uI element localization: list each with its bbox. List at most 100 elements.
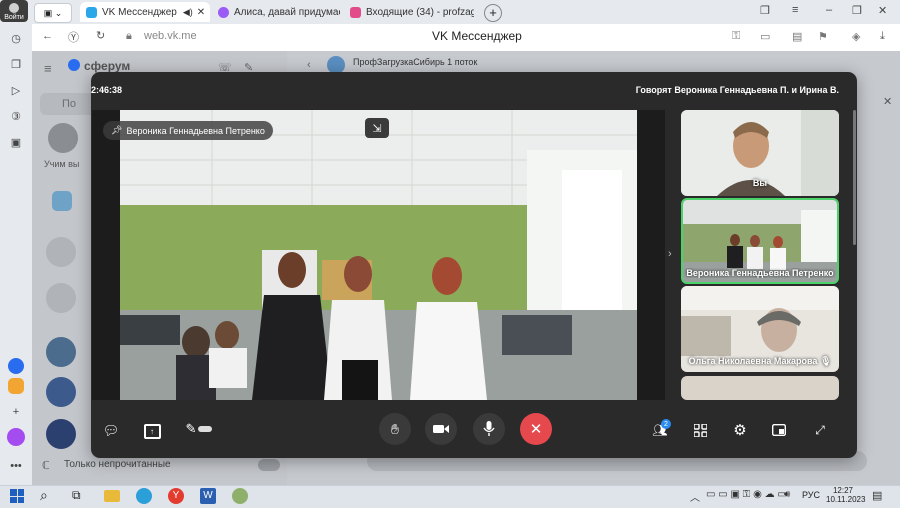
- share-screen-icon: ↑: [143, 423, 161, 439]
- tray-app-icons[interactable]: ▭ ▭ ▣ ⚿ ◉ ☁ ▭: [706, 489, 787, 500]
- tab-vk-messenger[interactable]: VK Мессенджер ◀) ✕: [80, 2, 210, 22]
- pen-icon: ✎: [185, 421, 197, 436]
- tab-menu-button[interactable]: ▣ ⌄: [34, 3, 72, 23]
- add-icon[interactable]: +: [6, 402, 26, 422]
- language-indicator[interactable]: РУС: [802, 490, 820, 500]
- download-icon[interactable]: ⤓: [880, 30, 885, 43]
- more-icon[interactable]: •••: [6, 456, 26, 476]
- tab-alice[interactable]: Алиса, давай придумаем: [212, 2, 340, 22]
- search-icon[interactable]: ⌕: [40, 487, 48, 504]
- back-icon[interactable]: ‹: [307, 59, 311, 71]
- grid-icon: [693, 423, 707, 437]
- grid-view-button[interactable]: [690, 420, 710, 440]
- gear-icon: ⚙︎: [733, 422, 747, 439]
- app-icon-orange[interactable]: [8, 378, 24, 394]
- copy-icon[interactable]: ❐: [6, 54, 26, 74]
- alice-icon[interactable]: [7, 428, 25, 446]
- windows-start-icon[interactable]: [10, 489, 24, 503]
- participant-tile[interactable]: Ольга Николаевна Макарова 🎙︎: [681, 286, 839, 372]
- reader-icon[interactable]: ▤: [792, 30, 802, 43]
- extension-icon[interactable]: ◈: [852, 30, 860, 43]
- bookmark-icon[interactable]: ⚑: [818, 30, 828, 43]
- participant-tile[interactable]: Вы: [681, 110, 839, 196]
- alice-favicon-icon: [218, 6, 229, 18]
- back-icon[interactable]: ←: [42, 30, 53, 42]
- yandex-browser-icon[interactable]: Y: [168, 488, 184, 504]
- share-screen-button[interactable]: ↑: [141, 420, 163, 442]
- close-icon[interactable]: ✕: [883, 95, 892, 108]
- camera-button[interactable]: [425, 413, 457, 445]
- url-field[interactable]: web.vk.me: [144, 30, 197, 42]
- file-explorer-icon[interactable]: [104, 490, 120, 502]
- key-icon[interactable]: ⚿: [732, 30, 740, 43]
- pin-icon: 📌︎: [111, 125, 123, 135]
- microphone-button[interactable]: [473, 413, 505, 445]
- tab-label: Алиса, давай придумаем: [234, 6, 340, 18]
- task-view-icon[interactable]: ⧉: [72, 488, 81, 503]
- chat-avatar[interactable]: [52, 191, 72, 211]
- paint-icon[interactable]: [232, 488, 248, 504]
- pinned-participant-badge[interactable]: 📌︎ Вероника Геннадьевна Петренко: [103, 121, 273, 140]
- volume-icon[interactable]: 🔊︎: [784, 489, 790, 500]
- pip-button[interactable]: [769, 420, 789, 440]
- notifications-icon[interactable]: ▤: [872, 489, 882, 502]
- main-video[interactable]: [92, 110, 665, 400]
- tab-label: VK Мессенджер: [102, 6, 177, 18]
- tab-inbox[interactable]: Входящие (34) - profzagru: [344, 2, 474, 22]
- chat-avatar[interactable]: [46, 337, 76, 367]
- unread-toggle[interactable]: [258, 459, 280, 471]
- chevron-right-icon[interactable]: ›: [668, 248, 672, 260]
- sferum-logo-icon: [68, 59, 80, 71]
- minimize-video-button[interactable]: ⇲: [365, 118, 389, 138]
- edge-icon[interactable]: [136, 488, 152, 504]
- app-icon-blue[interactable]: [8, 358, 24, 374]
- hand-icon: ✋︎: [391, 420, 399, 437]
- clock-icon[interactable]: ◷: [6, 28, 26, 48]
- settings-button[interactable]: ⚙︎: [730, 420, 750, 440]
- fullscreen-button[interactable]: ⤢: [810, 420, 830, 440]
- microphone-icon: [483, 421, 495, 436]
- unread-filter-label: Только непрочитанные: [64, 459, 171, 470]
- tray-chevron-icon[interactable]: ︿: [690, 489, 700, 504]
- chat-avatar[interactable]: [46, 419, 76, 449]
- play-icon[interactable]: ▷: [6, 80, 26, 100]
- minimize-icon[interactable]: –: [826, 4, 832, 16]
- login-button[interactable]: Войти: [0, 0, 28, 22]
- tab-label: Входящие (34) - profzagru: [366, 6, 474, 18]
- window-close-icon[interactable]: ✕: [878, 4, 887, 17]
- participant-tile[interactable]: [681, 376, 839, 400]
- chat-avatar[interactable]: [46, 283, 76, 313]
- participants-button[interactable]: 👥︎ 2: [648, 419, 672, 441]
- bookmarks-icon[interactable]: ❐: [760, 4, 770, 17]
- number-icon[interactable]: ③: [6, 106, 26, 126]
- draw-button[interactable]: ✎: [180, 418, 218, 440]
- camera-icon[interactable]: ▭: [760, 30, 770, 43]
- participant-name: Ольга Николаевна Макарова 🎙︎: [688, 356, 832, 366]
- chat-avatar[interactable]: [46, 237, 76, 267]
- hamburger-icon[interactable]: ≡: [44, 61, 52, 76]
- chat-avatar[interactable]: [48, 123, 78, 153]
- window-icon[interactable]: ▣: [6, 132, 26, 152]
- chat-caption: Учим вы: [44, 159, 80, 169]
- yandex-icon[interactable]: Ⓨ: [68, 29, 79, 45]
- clock[interactable]: 12:27 10.11.2023: [826, 486, 865, 504]
- raise-hand-button[interactable]: ✋︎: [379, 413, 411, 445]
- unread-icon: ℂ: [42, 460, 50, 472]
- mail-favicon-icon: [350, 6, 361, 18]
- maximize-icon[interactable]: ❐: [852, 4, 862, 17]
- menu-icon[interactable]: ≡: [792, 4, 798, 16]
- new-tab-button[interactable]: +: [484, 4, 502, 22]
- picture-in-picture-icon: [772, 424, 786, 436]
- clock-time: 12:27: [832, 486, 854, 495]
- lock-icon: 🔒︎: [126, 30, 132, 42]
- call-timer: 2:46:38: [91, 85, 123, 95]
- participant-tile-active-speaker[interactable]: Вероника Геннадьевна Петренко: [681, 198, 839, 284]
- chat-title: ПрофЗагрузкаСибирь 1 поток: [353, 57, 478, 67]
- participants-scrollbar[interactable]: [853, 110, 856, 245]
- chat-button[interactable]: 💬︎: [100, 420, 122, 442]
- word-icon[interactable]: W: [200, 488, 216, 504]
- reload-icon[interactable]: ↻: [96, 29, 105, 42]
- close-icon[interactable]: ✕: [197, 7, 205, 18]
- chat-avatar[interactable]: [46, 377, 76, 407]
- end-call-button[interactable]: ✕: [520, 413, 552, 445]
